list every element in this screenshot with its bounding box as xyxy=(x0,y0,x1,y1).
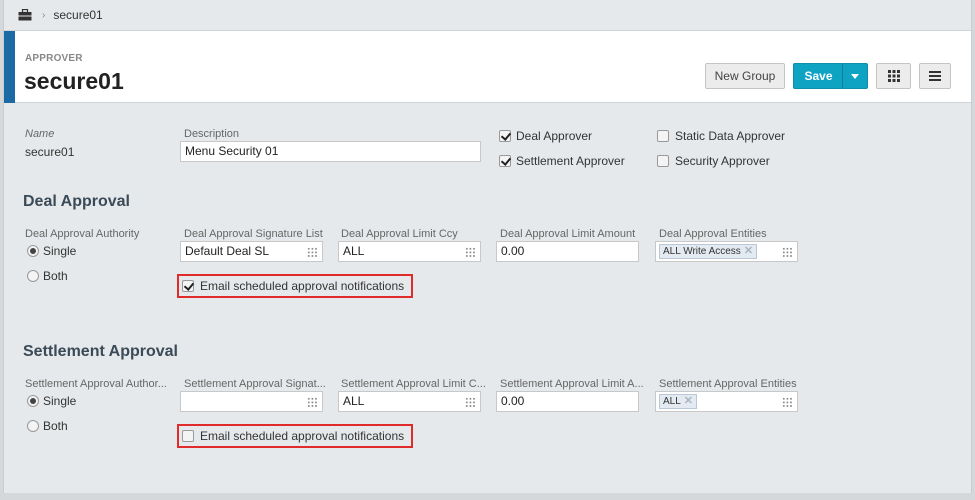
chevron-right-icon: › xyxy=(42,9,46,21)
breadcrumb-current[interactable]: secure01 xyxy=(53,8,102,22)
settlement-limit-ccy-input[interactable]: ALL xyxy=(338,391,481,412)
static-data-approver-checkbox[interactable] xyxy=(657,130,669,142)
static-data-approver-label: Static Data Approver xyxy=(675,129,786,143)
deal-email-checkbox[interactable] xyxy=(182,280,194,292)
deal-limit-ccy-label: Deal Approval Limit Ccy xyxy=(341,228,458,240)
deal-approver-checkbox[interactable] xyxy=(499,130,511,142)
menu-icon xyxy=(929,71,941,81)
deal-authority-label: Deal Approval Authority xyxy=(25,228,140,240)
grid-icon[interactable] xyxy=(307,247,318,258)
deal-authority-single-label: Single xyxy=(43,244,77,258)
record-type-label: APPROVER xyxy=(25,53,83,64)
caret-down-icon xyxy=(851,73,859,79)
deal-limit-ccy-value: ALL xyxy=(343,244,365,258)
deal-entities-input[interactable]: ALL Write Access ✕ xyxy=(655,241,798,262)
save-button[interactable]: Save xyxy=(793,63,844,89)
deal-limit-ccy-input[interactable]: ALL xyxy=(338,241,481,262)
settlement-approver-label: Settlement Approver xyxy=(516,154,625,168)
grid-icon[interactable] xyxy=(782,247,793,258)
settlement-email-checkbox[interactable] xyxy=(182,430,194,442)
header-accent-bar xyxy=(4,31,15,103)
app-frame: › secure01 APPROVER secure01 New Group S… xyxy=(3,0,972,493)
settlement-authority-label: Settlement Approval Author... xyxy=(25,378,167,390)
briefcase-icon[interactable] xyxy=(18,8,32,21)
page-title: secure01 xyxy=(24,68,124,94)
deal-approval-title: Deal Approval xyxy=(23,193,130,210)
remove-tag-icon[interactable]: ✕ xyxy=(684,395,693,408)
settlement-entities-label: Settlement Approval Entities xyxy=(659,378,797,390)
deal-limit-amount-label: Deal Approval Limit Amount xyxy=(500,228,636,240)
deal-authority-single-radio[interactable] xyxy=(27,245,39,257)
remove-tag-icon[interactable]: ✕ xyxy=(744,245,753,258)
settlement-sig-list-input[interactable] xyxy=(180,391,323,412)
settlement-limit-amount-input[interactable]: 0.00 xyxy=(496,391,639,412)
menu-button[interactable] xyxy=(919,63,951,89)
description-input[interactable]: Menu Security 01 xyxy=(180,141,481,162)
grid-icon[interactable] xyxy=(307,397,318,408)
settlement-limit-amount-label: Settlement Approval Limit A... xyxy=(500,378,644,390)
entity-tag: ALL Write Access ✕ xyxy=(659,244,758,259)
deal-approver-label: Deal Approver xyxy=(516,129,593,143)
settlement-authority-single-label: Single xyxy=(43,394,77,408)
settlement-authority-single-radio[interactable] xyxy=(27,395,39,407)
record-header: APPROVER secure01 New Group Save xyxy=(4,31,971,103)
breadcrumb: › secure01 xyxy=(4,0,971,31)
description-label: Description xyxy=(184,128,240,140)
deal-sig-list-input[interactable]: Default Deal SL xyxy=(180,241,323,262)
name-label: Name xyxy=(25,128,55,140)
security-approver-label: Security Approver xyxy=(675,154,770,168)
settlement-authority-both-radio[interactable] xyxy=(27,420,39,432)
grid-icon[interactable] xyxy=(782,397,793,408)
settlement-email-label: Email scheduled approval notifications xyxy=(200,429,405,443)
security-approver-checkbox[interactable] xyxy=(657,155,669,167)
settlement-approver-checkbox[interactable] xyxy=(499,155,511,167)
new-group-button[interactable]: New Group xyxy=(705,63,785,89)
settlement-entities-input[interactable]: ALL ✕ xyxy=(655,391,798,412)
deal-email-label: Email scheduled approval notifications xyxy=(200,279,405,293)
deal-limit-amount-input[interactable]: 0.00 xyxy=(496,241,639,262)
grid-view-button[interactable] xyxy=(876,63,911,89)
deal-sig-list-value: Default Deal SL xyxy=(185,244,270,258)
grid-icon xyxy=(887,70,900,82)
entity-tag-label: ALL Write Access xyxy=(663,246,741,257)
settlement-sig-list-label: Settlement Approval Signat... xyxy=(184,378,326,390)
deal-authority-both-radio[interactable] xyxy=(27,270,39,282)
deal-sig-list-label: Deal Approval Signature List xyxy=(184,228,323,240)
entity-tag: ALL ✕ xyxy=(659,394,698,409)
entity-tag-label: ALL xyxy=(663,396,681,407)
deal-authority-both-label: Both xyxy=(43,269,68,283)
settlement-limit-ccy-value: ALL xyxy=(343,394,365,408)
grid-icon[interactable] xyxy=(465,247,476,258)
settlement-approval-title: Settlement Approval xyxy=(23,343,178,360)
grid-icon[interactable] xyxy=(465,397,476,408)
name-value: secure01 xyxy=(25,145,75,159)
save-options-button[interactable] xyxy=(842,63,868,89)
settlement-authority-both-label: Both xyxy=(43,419,68,433)
settlement-limit-ccy-label: Settlement Approval Limit C... xyxy=(341,378,486,390)
deal-entities-label: Deal Approval Entities xyxy=(659,228,767,240)
